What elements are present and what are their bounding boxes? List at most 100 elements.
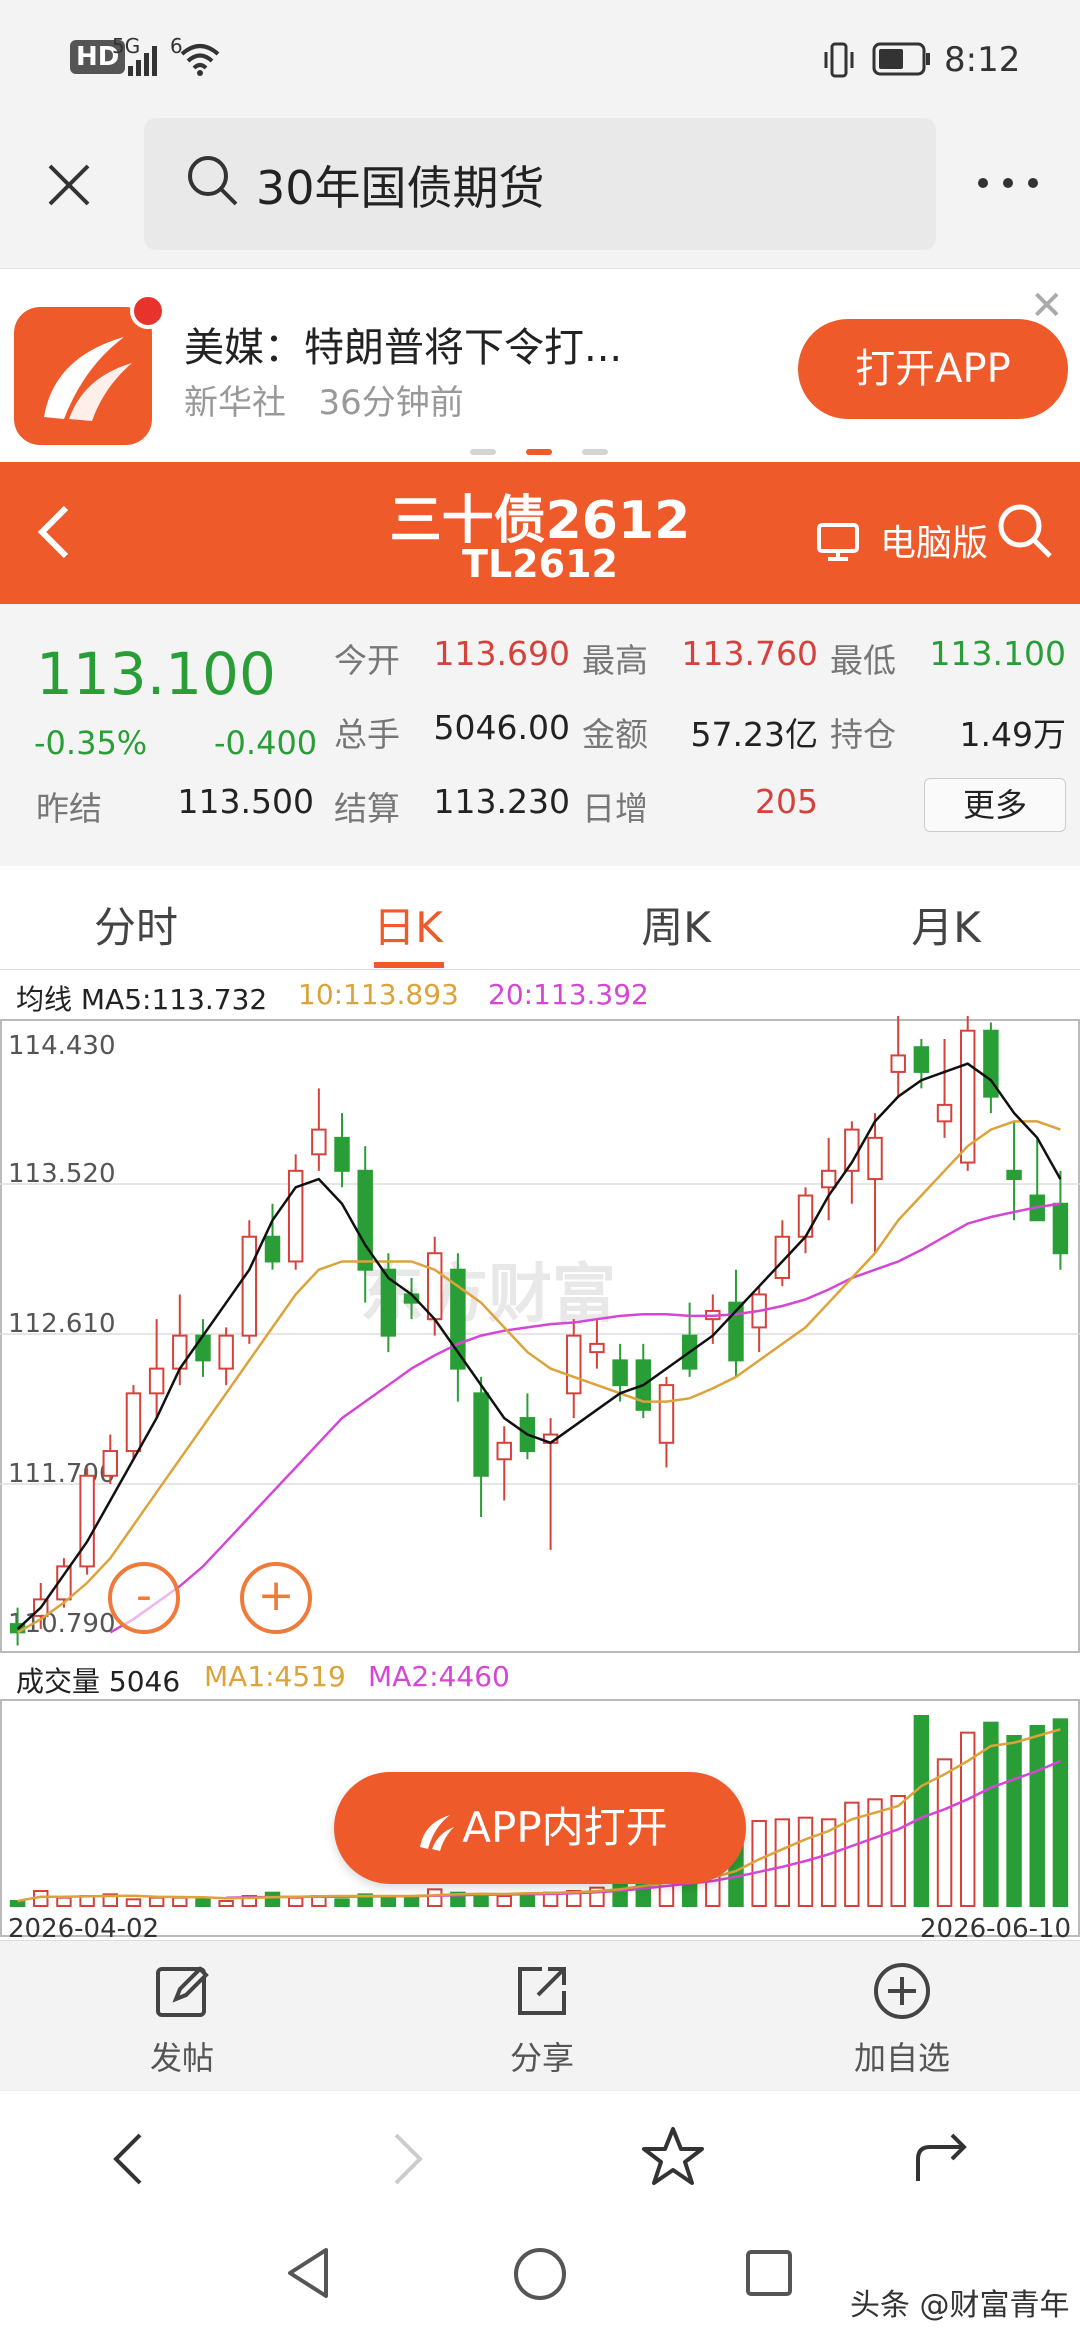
volume-bar bbox=[473, 1893, 489, 1907]
candle-body bbox=[913, 1046, 930, 1073]
candle-body bbox=[496, 1441, 512, 1461]
candle-body bbox=[125, 1392, 142, 1453]
add-watchlist-button[interactable]: 加自选 bbox=[802, 1961, 1002, 2079]
ad-time: 36分钟前 bbox=[318, 383, 464, 423]
candle-body bbox=[936, 1103, 953, 1123]
zoom-in-button[interactable]: + bbox=[240, 1562, 312, 1634]
tab-monthly-k[interactable]: 月K bbox=[846, 894, 1046, 955]
post-button[interactable]: 发帖 bbox=[82, 1961, 282, 2079]
search-icon bbox=[188, 156, 238, 206]
ma10-label: 10:113.893 bbox=[298, 978, 459, 1011]
candle-body bbox=[473, 1392, 489, 1477]
app-logo-icon bbox=[14, 307, 152, 445]
vibrate-icon bbox=[824, 42, 854, 78]
vol-ma2-label: MA2:4460 bbox=[368, 1660, 510, 1693]
quote-value: 1.49万 bbox=[959, 715, 1066, 754]
open-app-button[interactable]: 打开APP bbox=[798, 319, 1068, 419]
bookmark-star-icon[interactable] bbox=[640, 2125, 706, 2189]
quote-label: 最高 bbox=[582, 641, 648, 680]
ad-banner[interactable]: 美媒：特朗普将下令打... 新华社 36分钟前 打开APP ✕ bbox=[0, 268, 1080, 460]
app-logo-small-icon bbox=[420, 1814, 455, 1851]
candle-body bbox=[148, 1367, 165, 1395]
add-watchlist-label: 加自选 bbox=[853, 2039, 950, 2077]
candle-body bbox=[658, 1384, 675, 1444]
y-tick-label: 113.520 bbox=[8, 1159, 116, 1189]
pc-version-link[interactable]: 电脑版 bbox=[880, 514, 988, 566]
volume-bar bbox=[264, 1891, 281, 1908]
status-bar: HD 5G 6 8:12 bbox=[0, 0, 1080, 118]
volume-bar bbox=[56, 1896, 72, 1908]
battery-icon bbox=[872, 42, 930, 76]
open-in-app-button[interactable]: APP内打开 bbox=[334, 1772, 746, 1884]
ma20-label: 20:113.392 bbox=[488, 978, 649, 1011]
system-home-icon[interactable] bbox=[512, 2246, 568, 2302]
volume-bar bbox=[1006, 1735, 1022, 1907]
ad-close-icon[interactable]: ✕ bbox=[1030, 283, 1064, 329]
quote-value: 57.23亿 bbox=[690, 715, 818, 754]
share-icon bbox=[518, 1967, 566, 2015]
volume-bar bbox=[913, 1715, 930, 1907]
tab-weekly-k[interactable]: 周K bbox=[576, 894, 776, 955]
quote-value: 113.690 bbox=[433, 634, 570, 673]
period-tabs: 分时 日K 周K 月K bbox=[0, 866, 1080, 970]
ma5-label: 均线 MA5:113.732 bbox=[16, 983, 268, 1016]
carousel-dot-active bbox=[526, 449, 552, 455]
ad-headline[interactable]: 美媒：特朗普将下令打... bbox=[184, 315, 622, 373]
candle-body bbox=[589, 1342, 605, 1354]
close-icon[interactable] bbox=[46, 162, 92, 208]
system-back-icon[interactable] bbox=[284, 2246, 332, 2300]
more-button[interactable]: 更多 bbox=[924, 778, 1066, 832]
candle-body bbox=[612, 1359, 628, 1387]
browser-back-icon[interactable] bbox=[110, 2131, 146, 2187]
add-circle-icon bbox=[874, 1963, 930, 2019]
ma-legend: 均线 MA5:113.732 10:113.893 20:113.392 bbox=[0, 972, 1080, 1016]
volume-bar bbox=[936, 1758, 953, 1908]
candle-body bbox=[1052, 1202, 1069, 1255]
volume-bar bbox=[1029, 1725, 1045, 1907]
search-input[interactable]: 30年国债期货 bbox=[144, 118, 936, 250]
volume-legend: 成交量 5046 MA1:4519 MA2:4460 bbox=[0, 1656, 1080, 1698]
quote-label: 金额 bbox=[582, 715, 648, 754]
search-row: 30年国债期货 bbox=[0, 118, 1080, 268]
volume-bar bbox=[334, 1898, 350, 1907]
quote-value: 113.100 bbox=[929, 634, 1066, 673]
more-menu-icon[interactable] bbox=[976, 176, 1040, 190]
candle-body bbox=[357, 1169, 373, 1271]
candle-body bbox=[426, 1252, 443, 1321]
header-search-icon[interactable] bbox=[996, 502, 1054, 560]
volume-bar bbox=[148, 1896, 165, 1908]
candle-body bbox=[311, 1128, 327, 1156]
candle-body bbox=[195, 1334, 211, 1362]
vol-ma1-label: MA1:4519 bbox=[204, 1660, 346, 1693]
candle-body bbox=[102, 1450, 119, 1477]
quote-label: 总手 bbox=[334, 715, 400, 754]
y-tick-label: 112.610 bbox=[8, 1309, 116, 1339]
wifi-icon bbox=[180, 44, 220, 76]
system-recents-icon[interactable] bbox=[744, 2248, 794, 2298]
post-label: 发帖 bbox=[149, 2039, 214, 2077]
change-percent: -0.35% bbox=[34, 724, 148, 762]
volume-bar bbox=[867, 1798, 883, 1907]
quote-value: 5046.00 bbox=[433, 708, 570, 747]
volume-bar bbox=[681, 1881, 698, 1908]
system-nav: 头条 @财富青年 bbox=[0, 2220, 1080, 2340]
prev-settle-label: 昨结 bbox=[36, 789, 102, 828]
candle-body bbox=[264, 1235, 281, 1263]
browser-share-arrow-icon[interactable] bbox=[912, 2129, 972, 2185]
change-value: -0.400 bbox=[214, 724, 318, 762]
tab-intraday[interactable]: 分时 bbox=[36, 894, 236, 955]
tab-daily-k[interactable]: 日K bbox=[308, 894, 508, 955]
quote-value: 113.760 bbox=[681, 634, 818, 673]
zoom-out-button[interactable]: - bbox=[108, 1562, 180, 1634]
search-query: 30年国债期货 bbox=[256, 161, 545, 215]
browser-forward-icon[interactable] bbox=[390, 2131, 426, 2187]
kline-chart[interactable]: 114.430113.520112.610111.700110.790东方财富 bbox=[0, 1016, 1080, 1654]
share-button[interactable]: 分享 bbox=[442, 1961, 642, 2079]
quote-label: 持仓 bbox=[830, 715, 896, 754]
volume-bar bbox=[1052, 1718, 1069, 1908]
open-in-app-label: APP内打开 bbox=[462, 1803, 668, 1852]
share-label: 分享 bbox=[509, 2039, 574, 2077]
volume-bar bbox=[172, 1896, 188, 1908]
candle-body bbox=[890, 1054, 906, 1073]
volume-bar bbox=[125, 1898, 142, 1907]
